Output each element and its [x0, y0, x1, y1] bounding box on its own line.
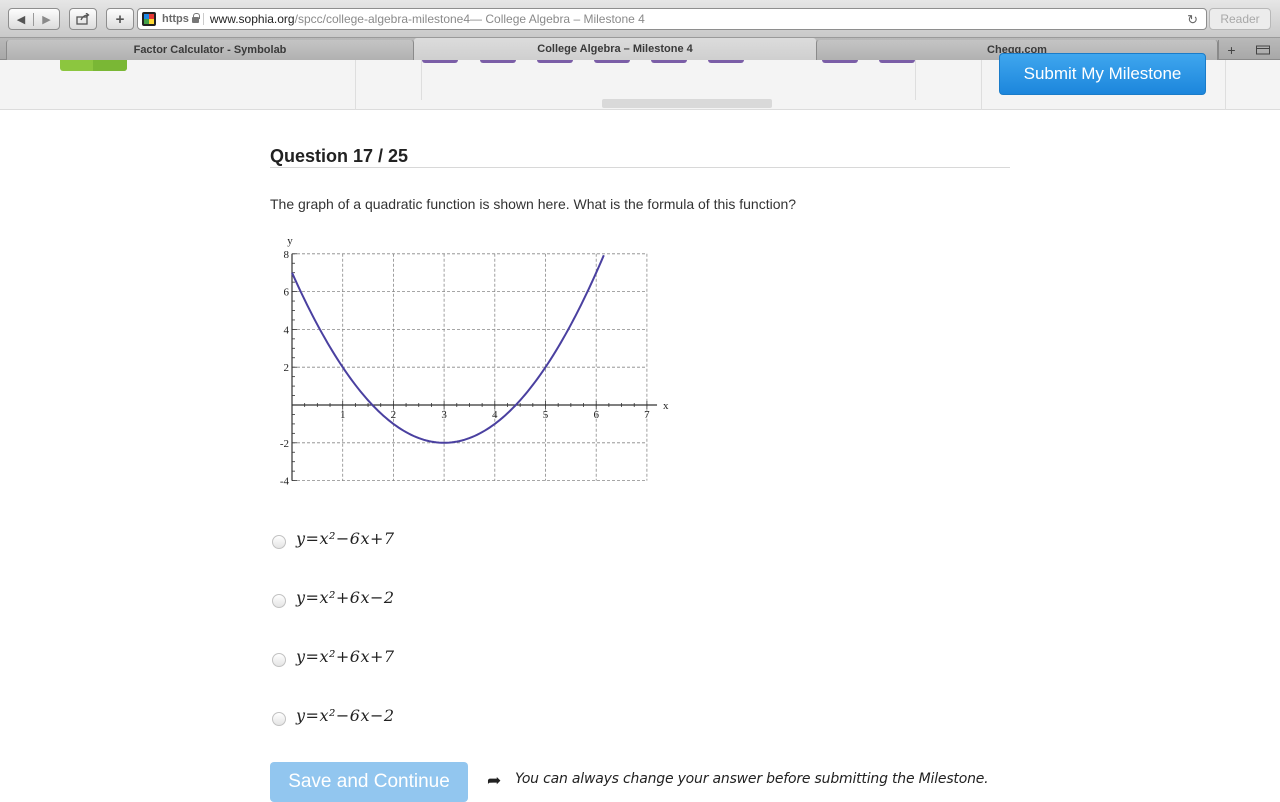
lock-icon: [191, 13, 200, 23]
option-formula: y=x²+6x+7: [296, 646, 395, 666]
x-tick-label: 2: [391, 409, 397, 421]
y-tick-label: 8: [284, 249, 290, 261]
parabola-curve: [291, 254, 605, 444]
y-tick-label: 2: [284, 362, 290, 374]
radio-button[interactable]: [272, 712, 286, 726]
x-tick-label: 5: [543, 409, 549, 421]
answer-option[interactable]: y=x²−6x+7: [272, 527, 395, 549]
question-nav-item[interactable]: [651, 60, 687, 63]
question-navigator: [421, 60, 916, 100]
question-nav-item[interactable]: [422, 60, 458, 63]
answer-option[interactable]: y=x²−6x−2: [272, 704, 395, 726]
x-tick-label: 3: [441, 409, 447, 421]
tab-college-algebra[interactable]: College Algebra – Milestone 4: [414, 38, 816, 60]
answer-option[interactable]: y=x²+6x−2: [272, 586, 395, 608]
browser-toolbar: ◀ ▶ + https www.sophia.org/spcc/college-…: [0, 0, 1280, 38]
option-formula: y=x²+6x−2: [296, 587, 395, 607]
x-tick-label: 4: [492, 409, 498, 421]
https-badge: https: [162, 13, 204, 25]
x-tick-label: 1: [340, 409, 346, 421]
y-tick-label: -4: [280, 476, 290, 488]
plus-icon: +: [115, 10, 125, 28]
question-nav-item[interactable]: [879, 60, 915, 63]
x-tick-label: 7: [644, 409, 650, 421]
quadratic-graph: 1 2 3 4 5 6 7 8 6 4 2 -2 -4 x y: [280, 235, 669, 488]
url-host: www.sophia.org: [209, 12, 295, 26]
question-nav-item[interactable]: [480, 60, 516, 63]
progress-tab[interactable]: [60, 60, 127, 71]
question-title: Question 17 / 25: [270, 146, 409, 166]
address-bar[interactable]: https www.sophia.org/spcc/college-algebr…: [137, 8, 1207, 30]
question-nav-item[interactable]: [537, 60, 573, 63]
submit-milestone-button[interactable]: Submit My Milestone: [999, 53, 1206, 95]
tab-label: College Algebra – Milestone 4: [537, 43, 693, 55]
curved-arrow-icon: ➦: [487, 771, 502, 790]
radio-button[interactable]: [272, 594, 286, 608]
divider: [270, 167, 1010, 168]
x-tick-label: 6: [593, 409, 599, 421]
site-favicon-icon: [142, 12, 156, 26]
back-icon[interactable]: ◀: [9, 12, 35, 26]
tab-factor-calculator[interactable]: Factor Calculator - Symbolab: [6, 40, 414, 60]
add-tab-icon[interactable]: +: [1218, 40, 1244, 60]
reader-button[interactable]: Reader: [1209, 8, 1271, 30]
graph-grid: [292, 253, 648, 482]
x-axis-label: x: [663, 400, 669, 412]
option-formula: y=x²−6x+7: [296, 528, 395, 548]
option-formula: y=x²−6x−2: [296, 705, 395, 725]
radio-button[interactable]: [272, 653, 286, 667]
https-label: https: [162, 13, 189, 25]
header-divider: [1225, 60, 1226, 110]
y-tick-label: -2: [280, 438, 289, 450]
header-divider: [981, 60, 982, 110]
url-path: /spcc/college-algebra-milestone4: [294, 12, 471, 26]
question-nav-item[interactable]: [594, 60, 630, 63]
save-and-continue-button[interactable]: Save and Continue: [270, 762, 468, 802]
header-divider: [355, 60, 356, 110]
back-forward-group: ◀ ▶: [8, 8, 60, 30]
question-nav-item[interactable]: [822, 60, 858, 63]
question-navigator-scrollbar[interactable]: [602, 99, 772, 108]
y-tick-label: 4: [284, 324, 290, 336]
reload-icon[interactable]: ↻: [1187, 12, 1198, 28]
url-page-title: — College Algebra – Milestone 4: [470, 12, 645, 26]
share-button[interactable]: [69, 8, 97, 30]
tab-label: Factor Calculator - Symbolab: [133, 44, 287, 56]
new-tab-button[interactable]: +: [106, 8, 134, 30]
answer-option[interactable]: y=x²+6x+7: [272, 645, 395, 667]
y-axis-label: y: [287, 235, 293, 247]
question-prompt: The graph of a quadratic function is sho…: [270, 196, 797, 212]
hint-text: You can always change your answer before…: [515, 771, 989, 787]
share-icon: [76, 13, 90, 25]
question-nav-item[interactable]: [708, 60, 744, 63]
forward-icon[interactable]: ▶: [34, 13, 59, 26]
y-tick-label: 6: [284, 287, 290, 299]
radio-button[interactable]: [272, 535, 286, 549]
tab-overview-icon[interactable]: [1250, 40, 1276, 60]
